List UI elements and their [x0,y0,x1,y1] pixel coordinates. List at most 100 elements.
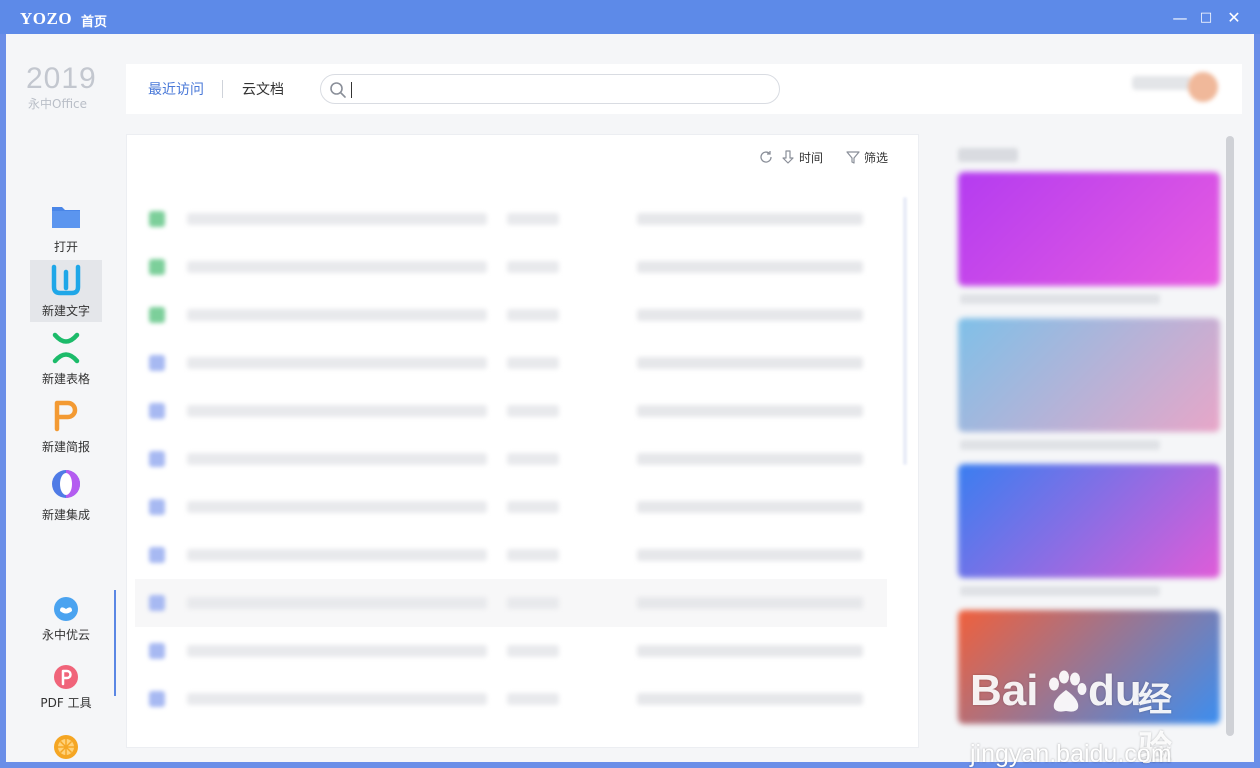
file-row[interactable] [135,675,887,723]
tab-divider [222,80,223,98]
refresh-button[interactable] [758,149,774,165]
file-time [507,261,559,273]
sidebar-item-open[interactable]: 打开 [30,196,102,258]
list-scrollbar[interactable] [903,197,907,465]
file-name [187,261,487,273]
file-list [135,195,887,723]
recommend-scrollbar[interactable] [1226,136,1234,736]
file-path [637,549,863,561]
file-type-icon [149,595,165,611]
file-type-icon [149,691,165,707]
file-time [507,309,559,321]
file-name [187,597,487,609]
sidebar-item-new-sheet[interactable]: 新建表格 [30,328,102,390]
recommend-banner[interactable] [958,464,1220,578]
tab-cloud-docs[interactable]: 云文档 [242,79,284,99]
cloud-icon [54,597,78,621]
file-type-icon [149,403,165,419]
file-row[interactable] [135,627,887,675]
recommend-panel [946,134,1238,748]
title-bar: YOZO 首页 — □ ✕ [0,0,1260,34]
file-type-icon [149,259,165,275]
sidebar-item-new-integrated[interactable]: 新建集成 [30,464,102,526]
file-name [187,693,487,705]
file-time [507,405,559,417]
file-path [637,501,863,513]
file-row[interactable] [135,339,887,387]
file-row[interactable] [135,531,887,579]
word-w-icon [51,264,81,296]
pdf-icon [54,665,78,689]
recommend-banner[interactable] [958,318,1220,432]
tab-recent[interactable]: 最近访问 [148,79,204,99]
sidebar-item-label: PDF 工具 [40,696,92,710]
file-path [637,309,863,321]
sort-down-icon [782,150,794,164]
file-path [637,261,863,273]
file-type-icon [149,355,165,371]
file-name [187,357,487,369]
integrated-icon [52,470,80,498]
file-type-icon [149,211,165,227]
search-box[interactable] [320,74,780,104]
file-row[interactable] [135,579,887,627]
file-time [507,213,559,225]
recommend-banner[interactable] [958,172,1220,286]
file-row[interactable] [135,387,887,435]
file-type-icon [149,547,165,563]
window-title: 首页 [81,15,108,30]
minimize-button[interactable]: — [1170,8,1190,28]
file-time [507,501,559,513]
file-name [187,213,487,225]
file-type-icon [149,307,165,323]
file-path [637,357,863,369]
watermark-brand-right: du [1088,666,1142,715]
file-name [187,453,487,465]
app-brand: YOZO [20,9,73,28]
file-time [507,357,559,369]
sidebar-divider [114,590,116,696]
file-path [637,405,863,417]
logo-year: 2019 [26,62,97,95]
banner-caption [960,586,1160,596]
text-caret [351,82,352,98]
sidebar-item-yozo-cloud[interactable]: 永中优云 [30,596,102,656]
file-time [507,453,559,465]
file-row[interactable] [135,195,887,243]
avatar[interactable] [1188,72,1218,102]
banner-caption [960,440,1160,450]
header-bar: 最近访问 云文档 [126,64,1242,114]
orange-slice-icon [54,735,78,759]
sidebar-item-new-document[interactable]: 新建文字 [30,260,102,322]
file-row[interactable] [135,243,887,291]
banner-caption [960,294,1160,304]
paw-icon [1049,670,1087,712]
recommend-title [958,148,1018,162]
maximize-button[interactable]: □ [1196,8,1216,28]
file-time [507,549,559,561]
file-row[interactable] [135,435,887,483]
sidebar-item-new-slides[interactable]: 新建简报 [30,396,102,458]
sort-label: 时间 [798,150,823,165]
sort-time-button[interactable]: 时间 [780,149,823,166]
user-name[interactable] [1132,76,1192,90]
close-button[interactable]: ✕ [1224,8,1244,28]
file-path [637,645,863,657]
folder-icon [52,207,80,228]
file-time [507,645,559,657]
filter-button[interactable]: 筛选 [845,149,888,166]
search-input[interactable] [355,79,755,99]
sidebar-item-more[interactable] [30,734,102,762]
file-row[interactable] [135,483,887,531]
filter-label: 筛选 [863,150,888,165]
watermark-url: jingyan.baidu.com [970,740,1172,768]
sidebar-item-label: 新建集成 [41,508,90,522]
sidebar-item-pdf-tools[interactable]: PDF 工具 [30,664,102,724]
file-type-icon [149,451,165,467]
file-name [187,501,487,513]
file-row[interactable] [135,291,887,339]
file-name [187,645,487,657]
file-time [507,597,559,609]
sidebar-item-label: 新建文字 [41,304,90,318]
file-path [637,213,863,225]
